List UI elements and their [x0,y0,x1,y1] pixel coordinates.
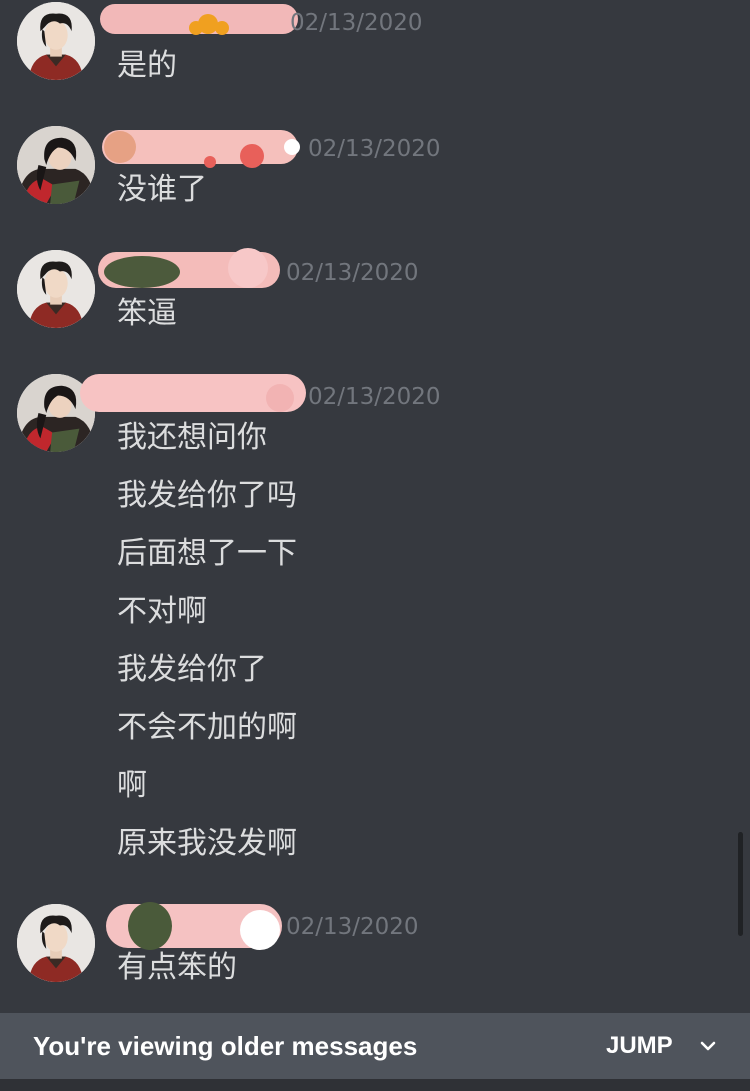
redacted-username[interactable] [106,898,286,954]
message-text: 啊 [117,768,147,803]
message-text: 有点笨的 [117,950,237,985]
redacted-username[interactable] [80,368,310,418]
message-timestamp: 02/13/2020 [308,384,441,410]
message-text: 我发给你了 [117,652,267,687]
older-messages-text: You're viewing older messages [33,1030,418,1061]
message-text: 笨逼 [117,296,177,331]
message-timestamp: 02/13/2020 [290,10,423,36]
jump-button[interactable]: JUMP [606,1013,726,1079]
message-timestamp: 02/13/2020 [286,914,419,940]
male-avatar-icon[interactable] [17,2,95,80]
scrollbar[interactable] [738,832,743,936]
male-avatar-icon[interactable] [17,250,95,328]
message-text: 不会不加的啊 [117,710,297,745]
redacted-username[interactable] [100,2,300,38]
jump-label: JUMP [606,1032,673,1059]
bottom-edge [0,1079,750,1091]
redacted-username[interactable] [98,244,284,292]
message-text: 我还想问你 [117,420,267,455]
older-messages-bar: You're viewing older messages JUMP [0,1013,750,1079]
message-text: 是的 [117,48,177,83]
message-text: 没谁了 [117,172,207,207]
male-avatar-icon[interactable] [17,904,95,982]
message-text: 我发给你了吗 [117,478,297,513]
redacted-username[interactable] [102,126,300,168]
message-text: 后面想了一下 [117,536,297,571]
message-timestamp: 02/13/2020 [286,260,419,286]
message-text: 原来我没发啊 [117,826,297,861]
female-avatar-icon[interactable] [17,126,95,204]
chevron-down-icon [700,1041,715,1051]
message-text: 不对啊 [117,594,207,629]
message-timestamp: 02/13/2020 [308,136,441,162]
